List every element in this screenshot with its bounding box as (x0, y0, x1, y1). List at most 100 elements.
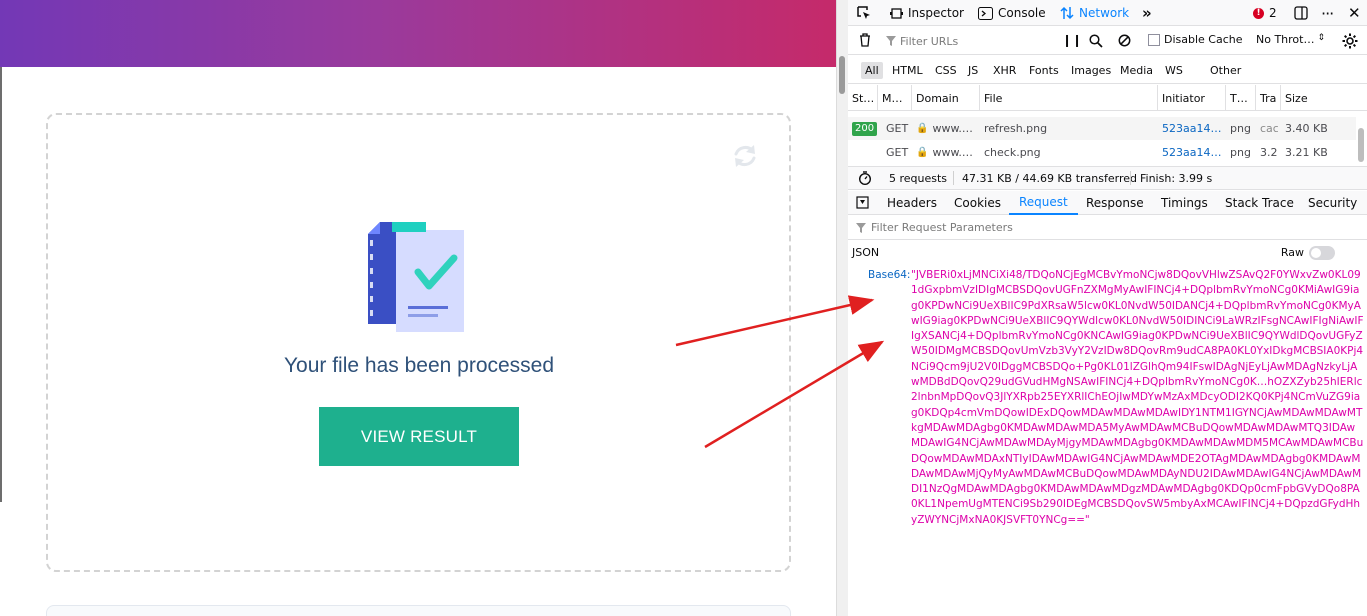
error-indicator[interactable]: ! 2 (1253, 0, 1277, 26)
request-domain: www.… (932, 122, 973, 135)
tab-response[interactable]: Response (1086, 191, 1144, 215)
page-scrollbar-thumb[interactable] (839, 56, 845, 94)
request-type-filters: All HTML CSS JS XHR Fonts Images Media W… (848, 56, 1367, 84)
json-label: JSON (852, 246, 880, 259)
lock-icon: 🔒 (916, 123, 929, 134)
requests-table-header: St… M… Domain File Initiator T… Tra Size (848, 85, 1367, 111)
processed-message: Your file has been processed (283, 354, 555, 377)
column-file[interactable]: File (980, 85, 1158, 111)
column-size[interactable]: Size (1281, 85, 1356, 111)
column-domain[interactable]: Domain (912, 85, 980, 111)
request-transferred: 3.2 (1260, 146, 1278, 159)
column-status[interactable]: St… (848, 85, 878, 111)
view-result-button[interactable]: VIEW RESULT (319, 407, 519, 466)
timer-icon (859, 171, 871, 185)
refresh-icon[interactable] (731, 142, 759, 170)
filter-request-params-placeholder: Filter Request Parameters (871, 221, 1013, 234)
console-icon (978, 6, 993, 20)
table-row[interactable]: 200 GET 🔒 www.… refresh.png 523aa14… png … (848, 117, 1356, 140)
type-filter-ws[interactable]: WS (1161, 62, 1187, 79)
type-filter-xhr[interactable]: XHR (989, 62, 1020, 79)
type-filter-css[interactable]: CSS (931, 62, 961, 79)
type-filter-html[interactable]: HTML (888, 62, 927, 79)
throttle-value: No Throt… (1256, 33, 1315, 46)
filter-icon (856, 222, 866, 233)
devtools-toolbar: Inspector Console Network » ! 2 ··· ✕ (848, 0, 1367, 26)
request-size: 3.21 KB (1285, 146, 1328, 159)
type-filter-other[interactable]: Other (1206, 62, 1245, 79)
header-banner (0, 0, 836, 67)
type-filter-media[interactable]: Media (1116, 62, 1157, 79)
request-size: 3.40 KB (1285, 122, 1328, 135)
tab-headers[interactable]: Headers (887, 191, 937, 215)
tab-timings[interactable]: Timings (1161, 191, 1208, 215)
more-tools-icon[interactable]: » (1142, 0, 1152, 26)
inspector-icon (890, 7, 903, 19)
tab-cookies[interactable]: Cookies (954, 191, 1001, 215)
request-domain: www.… (932, 146, 973, 159)
request-method: GET (886, 146, 909, 159)
close-icon[interactable]: ✕ (1348, 0, 1361, 26)
menu-icon[interactable]: ··· (1321, 0, 1334, 26)
type-filter-fonts[interactable]: Fonts (1025, 62, 1063, 79)
devtools-panel: Inspector Console Network » ! 2 ··· ✕ Fi… (848, 0, 1367, 616)
request-file: refresh.png (984, 122, 1048, 135)
network-summary: 5 requests 47.31 KB / 44.69 KB transferr… (848, 166, 1367, 190)
type-filter-images[interactable]: Images (1067, 62, 1115, 79)
column-type[interactable]: T… (1226, 85, 1256, 111)
summary-requests: 5 requests (889, 171, 948, 185)
error-count: 2 (1269, 6, 1277, 20)
raw-toggle[interactable] (1309, 246, 1335, 260)
dock-icon[interactable] (1294, 0, 1308, 26)
tab-request[interactable]: Request (1009, 191, 1078, 215)
web-page: Your file has been processed VIEW RESULT (0, 0, 836, 616)
tab-console-label: Console (998, 6, 1046, 20)
network-icon (1060, 6, 1074, 20)
filter-icon (886, 36, 896, 46)
network-filter-bar: Filter URLs ❙❙ Disable Cache No Throt… ⇕ (848, 27, 1367, 55)
json-section-header: JSON Raw (848, 241, 1367, 265)
block-icon[interactable] (1118, 34, 1131, 47)
trash-icon[interactable] (859, 33, 871, 47)
filter-urls-input[interactable]: Filter URLs (886, 32, 1054, 50)
request-type: png (1230, 122, 1251, 135)
disable-cache-checkbox[interactable]: Disable Cache (1148, 33, 1243, 46)
raw-label: Raw (1280, 246, 1304, 259)
tab-console[interactable]: Console (978, 0, 1046, 26)
throttle-select[interactable]: No Throt… ⇕ (1256, 33, 1325, 46)
page-edge (0, 67, 2, 502)
search-icon[interactable] (1089, 34, 1103, 48)
base64-key: Base64: (868, 269, 911, 281)
type-filter-all[interactable]: All (861, 62, 883, 79)
request-initiator[interactable]: 523aa14… (1158, 117, 1226, 140)
tab-network[interactable]: Network (1060, 0, 1129, 26)
sidebar-toggle-icon[interactable] (856, 196, 869, 209)
next-card (46, 605, 791, 616)
type-filter-js[interactable]: JS (964, 62, 982, 79)
requests-scrollbar-thumb[interactable] (1358, 128, 1364, 162)
request-detail-tabs: Headers Cookies Request Response Timings… (848, 191, 1367, 215)
tab-stack-trace[interactable]: Stack Trace (1225, 191, 1294, 215)
tab-inspector[interactable]: Inspector (890, 0, 964, 26)
request-initiator[interactable]: 523aa14… (1158, 141, 1226, 164)
filter-request-params-input[interactable]: Filter Request Parameters (848, 216, 1367, 240)
column-method[interactable]: M… (878, 85, 912, 111)
document-check-icon (368, 222, 464, 332)
column-transferred[interactable]: Tra (1256, 85, 1281, 111)
file-dropzone (46, 113, 791, 572)
column-initiator[interactable]: Initiator (1158, 85, 1226, 111)
pick-element-icon (857, 6, 870, 19)
table-row[interactable]: GET 🔒 www.… check.png 523aa14… png 3.2 3.… (848, 141, 1356, 164)
pause-icon[interactable]: ❙❙ (1062, 33, 1082, 47)
summary-finish: Finish: 3.99 s (1140, 171, 1213, 185)
disable-cache-label: Disable Cache (1164, 33, 1243, 46)
tab-inspector-label: Inspector (908, 6, 964, 20)
request-file: check.png (984, 146, 1041, 159)
request-transferred: cac (1260, 122, 1278, 135)
tab-security[interactable]: Security (1308, 191, 1357, 215)
gear-icon[interactable] (1342, 33, 1358, 49)
pick-element-button[interactable] (856, 0, 872, 26)
lock-icon: 🔒 (916, 147, 929, 158)
request-type: png (1230, 146, 1251, 159)
summary-transferred: 47.31 KB / 44.69 KB transferred (962, 171, 1137, 185)
